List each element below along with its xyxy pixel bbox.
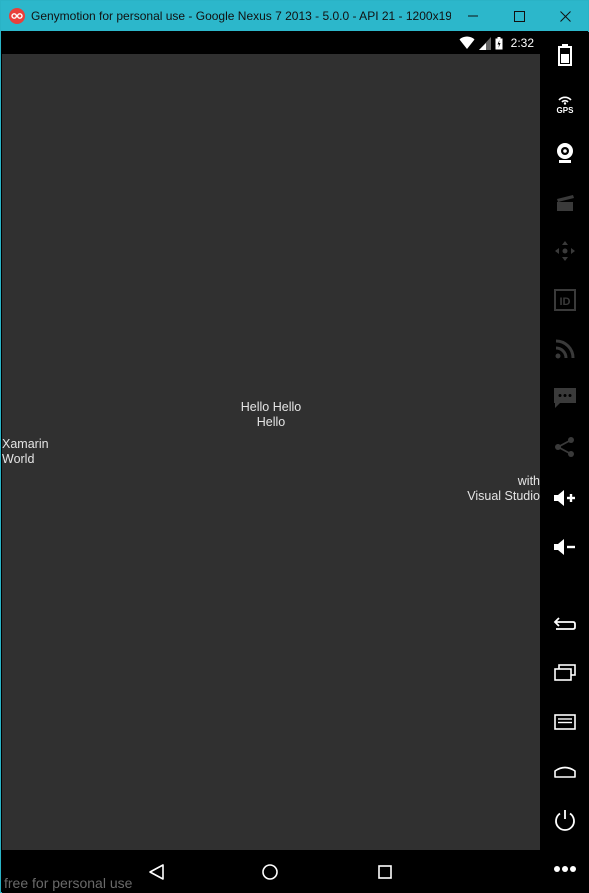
power-icon xyxy=(554,810,575,831)
tool-gps[interactable]: GPS xyxy=(540,88,589,120)
status-time: 2:32 xyxy=(510,36,534,50)
window-title: Genymotion for personal use - Google Nex… xyxy=(31,9,451,23)
genymotion-logo-icon xyxy=(9,8,25,24)
nav-home-button[interactable] xyxy=(260,862,280,882)
recent-square-icon xyxy=(378,865,392,879)
tool-power[interactable] xyxy=(540,804,589,836)
home-circle-icon xyxy=(262,864,278,880)
volume-up-icon xyxy=(553,490,575,506)
window-controls xyxy=(450,1,588,31)
tool-more[interactable] xyxy=(540,853,589,885)
android-nav-bar: free for personal use xyxy=(2,850,540,893)
label-hello-text: Hello Hello Hello xyxy=(240,400,302,429)
label-xamarin-text: Xamarin World xyxy=(2,437,49,466)
recent-apps-icon xyxy=(553,664,576,681)
webcam-icon xyxy=(556,143,573,163)
watermark-text: free for personal use xyxy=(4,875,133,891)
tool-network[interactable] xyxy=(540,333,589,365)
sms-icon xyxy=(553,388,576,408)
cell-signal-icon xyxy=(478,36,491,50)
android-status-bar: 2:32 xyxy=(2,32,540,54)
gps-label: GPS xyxy=(556,106,574,115)
tool-menu[interactable] xyxy=(540,706,589,738)
emulator-window: Genymotion for personal use - Google Nex… xyxy=(0,0,589,893)
back-icon xyxy=(553,617,576,630)
capture-icon xyxy=(556,195,574,211)
label-xamarin: Xamarin World xyxy=(2,437,82,467)
tool-battery[interactable] xyxy=(540,39,589,71)
close-icon xyxy=(559,10,571,22)
tool-dpad[interactable] xyxy=(540,235,589,267)
gps-icon: GPS xyxy=(556,96,574,115)
tool-sms[interactable] xyxy=(540,382,589,414)
wifi-icon xyxy=(459,36,475,49)
device-id-icon: ID xyxy=(553,289,576,311)
battery-icon xyxy=(557,44,572,66)
label-visual-studio-text: with Visual Studio xyxy=(467,474,540,503)
tool-webcam[interactable] xyxy=(540,137,589,169)
tool-home[interactable] xyxy=(540,755,589,787)
dpad-icon xyxy=(554,241,575,261)
battery-status-icon xyxy=(495,36,503,49)
network-icon xyxy=(555,339,574,359)
volume-down-icon xyxy=(553,539,575,555)
minimize-button[interactable] xyxy=(450,1,496,31)
maximize-button[interactable] xyxy=(496,1,542,31)
minimize-icon xyxy=(468,15,478,17)
menu-icon xyxy=(553,714,576,730)
tool-capture[interactable] xyxy=(540,186,589,218)
more-icon xyxy=(553,866,576,872)
label-hello: Hello Hello Hello xyxy=(2,400,540,430)
device-id-label: ID xyxy=(559,296,570,308)
close-button[interactable] xyxy=(542,1,588,31)
nav-back-button[interactable] xyxy=(147,862,167,882)
share-icon xyxy=(554,437,574,457)
title-bar: Genymotion for personal use - Google Nex… xyxy=(1,1,588,31)
app-content: Hello Hello Hello Xamarin World with Vis… xyxy=(2,54,540,850)
tool-volume-up[interactable] xyxy=(540,482,589,514)
tool-back[interactable] xyxy=(540,608,589,640)
nav-recent-button[interactable] xyxy=(375,862,395,882)
home-icon xyxy=(553,766,576,778)
genymotion-toolbar: GPS ID xyxy=(540,32,589,893)
tool-share[interactable] xyxy=(540,431,589,463)
label-visual-studio: with Visual Studio xyxy=(420,474,540,504)
back-triangle-icon xyxy=(149,864,164,880)
tool-recent-apps[interactable] xyxy=(540,657,589,689)
tool-volume-down[interactable] xyxy=(540,531,589,563)
maximize-icon xyxy=(513,10,525,22)
tool-device-id[interactable]: ID xyxy=(540,284,589,316)
